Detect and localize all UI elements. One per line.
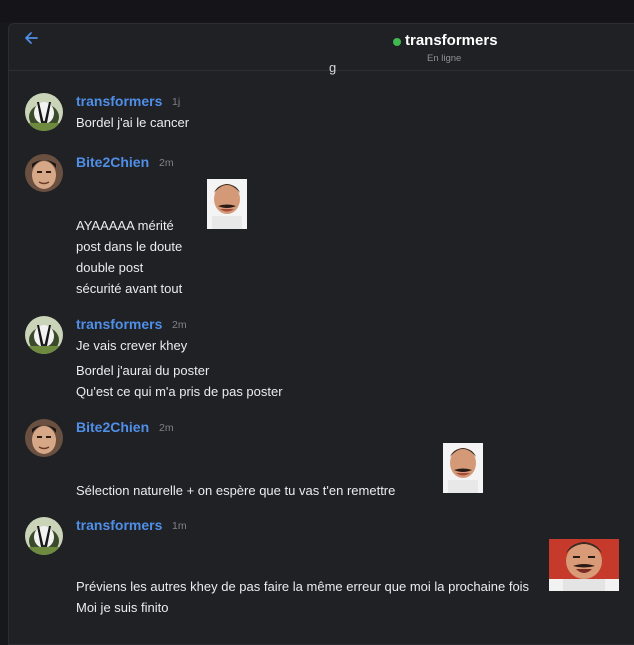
message-time: 2m xyxy=(159,157,174,169)
message-text: post dans le doute xyxy=(76,239,183,254)
online-status-icon xyxy=(393,38,401,46)
cut-off-text: g xyxy=(329,60,337,75)
message-text: Préviens les autres khey de pas faire la… xyxy=(76,579,530,594)
face-avatar[interactable] xyxy=(25,419,63,457)
message-author[interactable]: transformers xyxy=(76,316,162,332)
chat-status: En ligne xyxy=(427,53,462,64)
message-time: 1m xyxy=(172,520,187,532)
message-text: sécurité avant tout xyxy=(76,281,183,296)
message-text: AYAAAAA mérité xyxy=(76,218,174,233)
message-time: 1j xyxy=(172,96,181,108)
message-text: Bordel j'ai le cancer xyxy=(76,115,190,130)
risitas-sticker xyxy=(207,179,247,229)
arrow-left-icon[interactable] xyxy=(23,30,39,46)
chat-title: transformers xyxy=(405,32,498,49)
risitas-sticker xyxy=(443,443,483,493)
message-author[interactable]: transformers xyxy=(76,93,162,109)
face-avatar[interactable] xyxy=(25,154,63,192)
message-text: Qu'est ce qui m'a pris de pas poster xyxy=(76,384,283,399)
badger-avatar[interactable] xyxy=(25,517,63,555)
message-text: double post xyxy=(76,260,144,275)
message-author[interactable]: Bite2Chien xyxy=(76,154,149,170)
risitas-laughing-sticker xyxy=(549,539,619,591)
chat-header: transformers En ligne xyxy=(9,24,634,71)
message-time: 2m xyxy=(159,422,174,434)
message-text: Je vais crever khey xyxy=(76,338,188,353)
message-text: Sélection naturelle + on espère que tu v… xyxy=(76,483,396,498)
chat-window: transformers En ligne g transformers 1j … xyxy=(8,23,634,645)
message-text: Moi je suis finito xyxy=(76,600,169,615)
badger-avatar[interactable] xyxy=(25,316,63,354)
message-time: 2m xyxy=(172,319,187,331)
message-text: Bordel j'aurai du poster xyxy=(76,363,210,378)
message-author[interactable]: Bite2Chien xyxy=(76,419,149,435)
message-author[interactable]: transformers xyxy=(76,517,162,533)
badger-avatar[interactable] xyxy=(25,93,63,131)
top-strip xyxy=(0,0,634,22)
